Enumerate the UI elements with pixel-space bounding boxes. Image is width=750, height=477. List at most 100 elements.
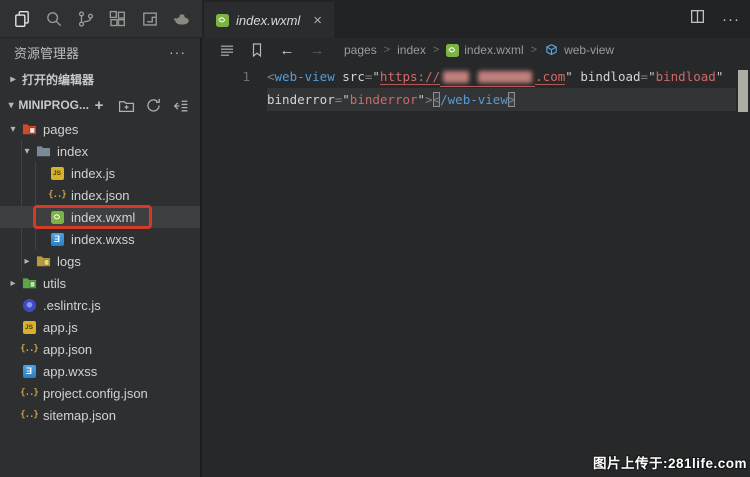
chevron-down-icon: ▾ [6, 100, 16, 111]
search-icon[interactable] [38, 4, 70, 34]
project-section[interactable]: ▾ MINIPROG... + [0, 92, 200, 118]
code-token: " [418, 92, 426, 107]
split-editor-icon[interactable] [689, 8, 706, 30]
code-token: bindload [656, 69, 716, 84]
chevron-right-icon: ▸ [6, 74, 20, 85]
json-icon: {..} [20, 341, 38, 357]
teapot-icon[interactable] [166, 4, 198, 34]
code-token: " [372, 69, 380, 84]
explorer-more-icon[interactable]: ··· [169, 44, 186, 60]
tab-strip: index.wxml × ··· [202, 0, 750, 38]
bookmark-icon[interactable] [242, 42, 272, 58]
explorer-title: 资源管理器 [14, 43, 169, 62]
file-label: index.wxss [71, 232, 135, 247]
new-folder-icon[interactable] [116, 95, 136, 115]
tree-item-app-wxss[interactable]: Ǝapp.wxss [0, 360, 200, 382]
tree-item--eslintrc-js[interactable]: .eslintrc.js [0, 294, 200, 316]
wxml-file-icon [446, 44, 459, 57]
tab-label: index.wxml [236, 13, 300, 28]
breadcrumb-item-index-wxml[interactable]: index.wxml [446, 43, 523, 57]
tree-item-project-config-json[interactable]: {..} project.config.json [0, 382, 200, 404]
tab-close-icon[interactable]: × [313, 13, 322, 28]
more-actions-icon[interactable]: ··· [722, 11, 740, 28]
tree-item-sitemap-json[interactable]: {..} sitemap.json [0, 404, 200, 426]
js-icon: JS [20, 319, 38, 335]
refresh-icon[interactable] [143, 95, 163, 115]
code-token: https:// [380, 69, 440, 85]
file-label: app.js [43, 320, 78, 335]
wxml-icon [48, 209, 66, 225]
code-token: " [716, 69, 724, 84]
tree-item-logs[interactable]: ▸logs [0, 250, 200, 272]
tree-item-index-wxss[interactable]: Ǝindex.wxss [0, 228, 200, 250]
breadcrumb-item-web-view[interactable]: web-view [544, 43, 614, 58]
explorer-header: 资源管理器 ··· [0, 38, 200, 66]
file-label: utils [43, 276, 66, 291]
explorer-toolbar: + [89, 95, 196, 115]
breadcrumb-separator: > [531, 44, 537, 56]
file-tree: ▾pages▾indexJSindex.js{..}index.jsoninde… [0, 118, 200, 426]
breadcrumb: pages>index>index.wxml>web-view [344, 43, 614, 58]
tree-item-index-js[interactable]: JSindex.js [0, 162, 200, 184]
file-label: index.wxml [71, 210, 135, 225]
folder-utils-icon [20, 275, 38, 291]
outline-list-icon[interactable] [212, 42, 242, 58]
redacted-url-blur [440, 69, 535, 87]
tree-item-utils[interactable]: ▸ utils [0, 272, 200, 294]
file-label: pages [43, 122, 78, 137]
breadcrumb-bar: ← → pages>index>index.wxml>web-view [202, 38, 750, 62]
tree-item-index[interactable]: ▾index [0, 140, 200, 162]
tree-item-app-json[interactable]: {..} app.json [0, 338, 200, 360]
navigate-forward-icon[interactable]: → [302, 42, 332, 59]
file-label: app.json [43, 342, 92, 357]
code-line-2: binderror="binderror"></web-view> [267, 88, 750, 111]
files-icon[interactable] [6, 4, 38, 34]
layout-icon[interactable] [134, 4, 166, 34]
code-token: < [433, 92, 441, 107]
code-area[interactable]: 1 <web-view src="https://.com" bindload=… [202, 65, 750, 111]
file-label: .eslintrc.js [43, 298, 101, 313]
breadcrumb-separator: > [433, 44, 439, 56]
code-line-1: <web-view src="https://.com" bindload="b… [267, 65, 750, 88]
new-file-icon[interactable]: + [89, 95, 109, 115]
breadcrumb-label: web-view [564, 43, 614, 57]
file-label: sitemap.json [43, 408, 116, 423]
open-editors-section[interactable]: ▸ 打开的编辑器 [0, 66, 200, 92]
editor-actions: ··· [689, 0, 740, 38]
file-label: project.config.json [43, 386, 148, 401]
json-icon: {..} [20, 407, 38, 423]
tab-index-wxml[interactable]: index.wxml × [204, 2, 334, 38]
breadcrumb-item-pages[interactable]: pages [344, 43, 377, 57]
tree-item-index-json[interactable]: {..}index.json [0, 184, 200, 206]
source-control-icon[interactable] [70, 4, 102, 34]
collapse-all-icon[interactable] [170, 95, 190, 115]
breadcrumb-label: index.wxml [464, 43, 523, 57]
code-token: /web-view [440, 92, 508, 107]
file-label: index.json [71, 188, 130, 203]
breadcrumb-item-index[interactable]: index [397, 43, 426, 57]
folder-icon [34, 143, 52, 159]
tree-item-app-js[interactable]: JS app.js [0, 316, 200, 338]
chevron-down-icon: ▾ [20, 146, 34, 157]
wxss-icon: Ǝ [48, 231, 66, 247]
file-label: logs [57, 254, 81, 269]
tree-item-index-wxml[interactable]: index.wxml [0, 206, 200, 228]
code-token: web-view [275, 69, 335, 84]
json-icon: {..} [20, 385, 38, 401]
code-token: bindload [580, 69, 640, 84]
code-token: > [425, 92, 433, 107]
editor-pane[interactable]: ← → pages > index > index.wxml > web-view 1 <w… [202, 38, 750, 477]
code-token: > [508, 92, 516, 107]
code-token: < [267, 69, 275, 84]
code-token: = [641, 69, 649, 84]
tree-item-pages[interactable]: ▾ pages [0, 118, 200, 140]
activity-bar [0, 0, 202, 38]
vertical-scrollbar[interactable] [736, 62, 750, 477]
chevron-right-icon: ▸ [6, 278, 20, 289]
project-label: MINIPROG... [18, 98, 89, 112]
extensions-icon[interactable] [102, 4, 134, 34]
code-token: binderror [350, 92, 418, 107]
navigate-back-icon[interactable]: ← [272, 42, 302, 59]
code-token: " [648, 69, 656, 84]
chevron-down-icon: ▾ [6, 124, 20, 135]
